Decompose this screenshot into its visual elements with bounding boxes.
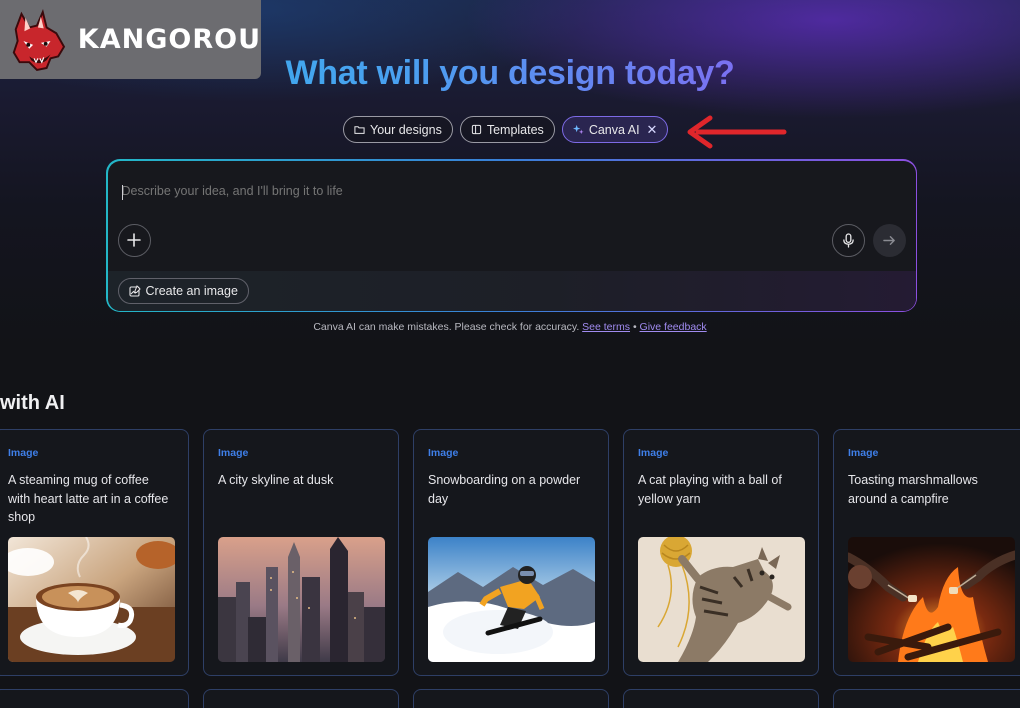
send-button[interactable] <box>872 223 906 257</box>
suggestion-card-campfire[interactable]: Image Toasting marshmallows around a cam… <box>833 429 1020 676</box>
suggestion-card-skyline[interactable]: Image A city skyline at dusk <box>203 429 399 676</box>
see-terms-link[interactable]: See terms <box>582 321 630 333</box>
disclaimer-separator: • <box>632 321 637 333</box>
give-feedback-link[interactable]: Give feedback <box>640 321 707 333</box>
cat-image <box>638 537 805 662</box>
suggestion-cards-next-row <box>0 689 1020 708</box>
tab-templates-label: Templates <box>486 122 544 137</box>
suggestion-card-partial[interactable] <box>833 689 1020 708</box>
tab-your-designs[interactable]: Your designs <box>343 116 453 143</box>
create-image-button[interactable]: Create an image <box>117 277 249 304</box>
tab-your-designs-label: Your designs <box>370 122 442 137</box>
card-prompt-text: Toasting marshmallows around a campfire <box>848 473 978 506</box>
prompt-suggestions-bar: Create an image <box>107 270 916 311</box>
card-tag: Image <box>218 447 249 459</box>
card-tag: Image <box>638 447 669 459</box>
snowboard-image <box>428 537 595 662</box>
card-prompt-text: A steaming mug of coffee with heart latt… <box>8 473 169 524</box>
text-caret <box>121 184 123 200</box>
card-prompt-text: Snowboarding on a powder day <box>428 473 581 506</box>
skyline-image <box>218 537 385 662</box>
brand-name: KANGOROU <box>77 24 261 55</box>
plus-icon <box>127 233 141 247</box>
coffee-image <box>8 537 175 662</box>
suggestion-card-partial[interactable] <box>0 689 189 708</box>
kangaroo-logo-icon <box>12 8 66 71</box>
suggestion-card-partial[interactable] <box>623 689 819 708</box>
add-attachment-button[interactable] <box>117 223 151 257</box>
image-edit-icon <box>128 284 141 297</box>
red-annotation-arrow-icon <box>687 115 787 149</box>
prompt-input[interactable] <box>121 183 822 198</box>
campfire-image <box>848 537 1015 662</box>
create-image-label: Create an image <box>145 283 238 298</box>
close-icon[interactable]: ✕ <box>647 122 658 138</box>
tab-templates[interactable]: Templates <box>459 116 555 143</box>
card-tag: Image <box>848 447 879 459</box>
card-prompt-text: A city skyline at dusk <box>218 473 334 487</box>
card-prompt-text: A cat playing with a ball of yellow yarn <box>638 473 782 506</box>
mode-tabs: Your designs Templates Canva AI ✕ <box>343 116 669 143</box>
card-tag: Image <box>8 447 39 459</box>
folder-icon <box>354 126 365 134</box>
sparkle-icon <box>572 124 584 135</box>
brand-watermark: KANGOROU <box>0 0 261 79</box>
suggestion-card-cat[interactable]: Image A cat playing with a ball of yello… <box>623 429 819 676</box>
voice-input-button[interactable] <box>831 223 865 257</box>
suggestion-card-partial[interactable] <box>413 689 609 708</box>
section-title: with AI <box>0 392 65 414</box>
template-icon <box>471 124 481 135</box>
arrow-right-icon <box>882 235 895 245</box>
tab-canva-ai[interactable]: Canva AI ✕ <box>561 116 669 143</box>
suggestion-card-snowboard[interactable]: Image Snowboarding on a powder day <box>413 429 609 676</box>
suggestion-card-coffee[interactable]: Image A steaming mug of coffee with hear… <box>0 429 189 676</box>
ai-disclaimer: Canva AI can make mistakes. Please check… <box>0 321 1020 333</box>
suggestion-card-partial[interactable] <box>203 689 399 708</box>
card-tag: Image <box>428 447 459 459</box>
microphone-icon <box>842 232 854 248</box>
disclaimer-text: Canva AI can make mistakes. Please check… <box>313 321 580 333</box>
ai-prompt-box: Create an image <box>106 159 917 312</box>
tab-canva-ai-label: Canva AI <box>588 122 640 137</box>
suggestion-cards: Image A steaming mug of coffee with hear… <box>0 429 1020 676</box>
